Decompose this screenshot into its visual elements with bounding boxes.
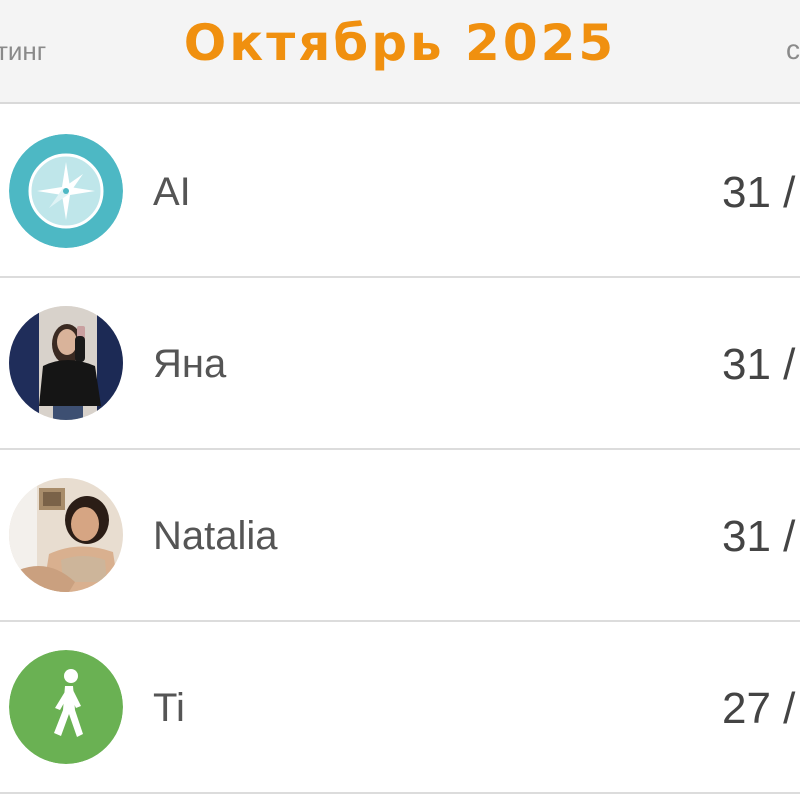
- list-item[interactable]: Natalia 31 /: [0, 450, 800, 622]
- score-value: 31 /: [722, 512, 796, 561]
- tab-next[interactable]: с: [786, 34, 800, 66]
- leaderboard-list: AI 31 / Яна 31 / Natalia 31 / Ti 27 /: [0, 106, 800, 794]
- score-value: 27 /: [722, 684, 796, 733]
- list-item[interactable]: Яна 31 /: [0, 278, 800, 450]
- score-value: 31 /: [722, 168, 796, 217]
- user-name: Яна: [153, 342, 227, 386]
- avatar: [9, 478, 123, 592]
- user-name: Natalia: [153, 514, 278, 558]
- compass-icon: [9, 134, 123, 248]
- score-value: 31 /: [722, 340, 796, 389]
- page-title: Октябрь 2025: [183, 14, 617, 72]
- avatar: [9, 306, 123, 420]
- user-name: AI: [153, 170, 191, 214]
- list-item[interactable]: AI 31 /: [0, 106, 800, 278]
- header-bar: тинг Октябрь 2025 с: [0, 0, 800, 104]
- walking-person-icon: [9, 650, 123, 764]
- user-name: Ti: [153, 686, 185, 730]
- list-item[interactable]: Ti 27 /: [0, 622, 800, 794]
